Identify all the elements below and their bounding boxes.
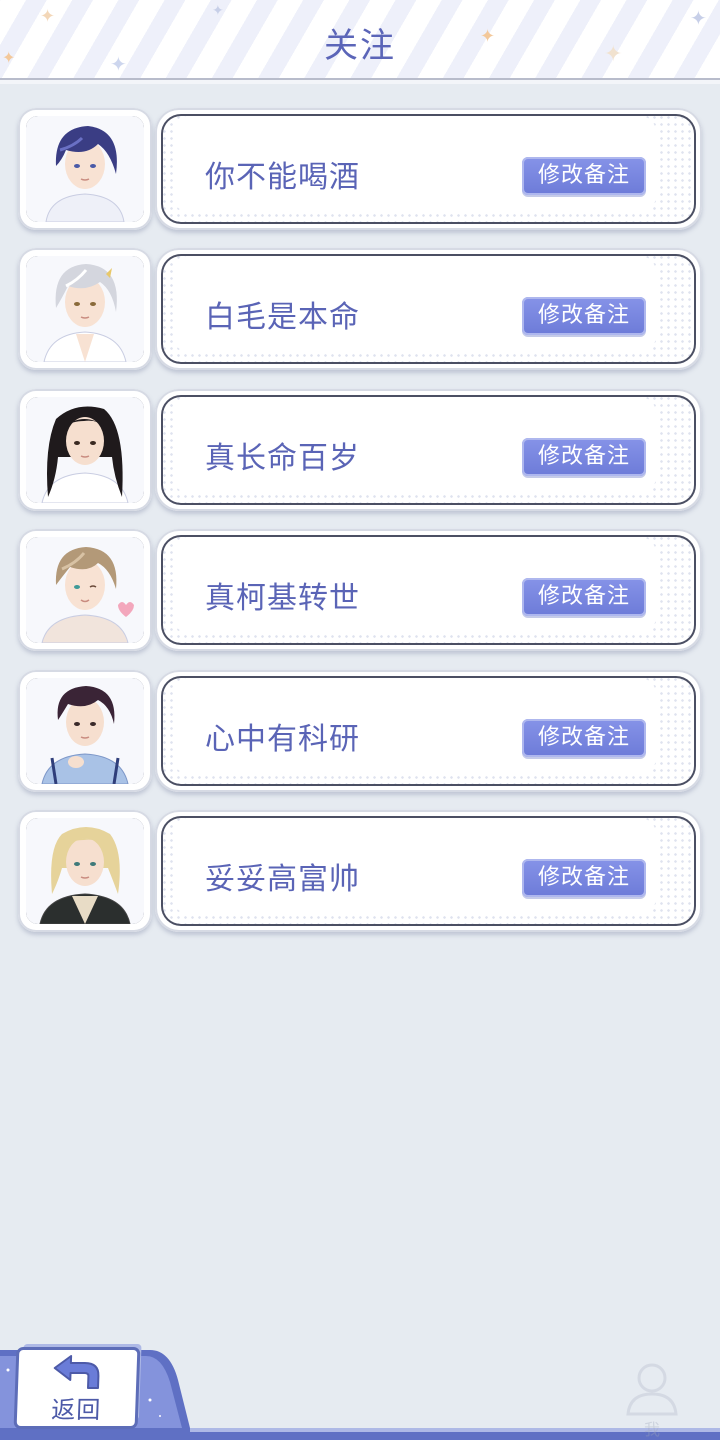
sparkle-icon: ✦	[212, 3, 224, 19]
follow-card: 你不能喝酒 修改备注	[155, 108, 702, 230]
follow-card: 妥妥高富帅 修改备注	[155, 809, 702, 932]
avatar-long-black-hair-icon	[26, 396, 144, 503]
avatar-dark-blue-hair-icon	[26, 116, 144, 222]
list-item: 真柯基转世 修改备注	[18, 529, 702, 652]
avatar[interactable]	[18, 248, 152, 371]
list-item: 真长命百岁 修改备注	[18, 388, 702, 511]
avatar-white-hair-icon	[26, 256, 144, 363]
edit-remark-button[interactable]: 修改备注	[522, 157, 646, 195]
nickname: 你不能喝酒	[205, 160, 360, 195]
avatar-dark-purple-hair-icon	[26, 677, 144, 784]
edit-remark-button[interactable]: 修改备注	[522, 297, 646, 336]
list-item: 你不能喝酒 修改备注	[18, 108, 702, 230]
follow-card: 心中有科研 修改备注	[155, 669, 702, 792]
back-arrow-icon	[53, 1355, 100, 1389]
avatar-light-brown-hair-icon	[26, 537, 144, 644]
avatar[interactable]	[18, 529, 152, 652]
top-header: ✦ ✦ ✦ ✦ ✦ ✦ ✦ 关注	[0, 0, 720, 84]
edit-remark-button[interactable]: 修改备注	[522, 437, 646, 476]
avatar[interactable]	[18, 388, 152, 511]
nickname: 真长命百岁	[205, 440, 360, 476]
list-item: 妥妥高富帅 修改备注	[18, 809, 702, 932]
edit-remark-button[interactable]: 修改备注	[522, 718, 646, 757]
list-item: 白毛是本命 修改备注	[18, 248, 702, 371]
follow-card: 真柯基转世 修改备注	[155, 529, 702, 652]
avatar[interactable]	[18, 669, 152, 792]
edit-remark-button[interactable]: 修改备注	[522, 858, 646, 897]
nickname: 白毛是本命	[205, 300, 360, 336]
user-icon	[626, 1363, 678, 1416]
back-label: 返回	[50, 1396, 102, 1424]
list-item: 心中有科研 修改备注	[18, 669, 702, 792]
back-button[interactable]: 返回	[16, 1350, 138, 1426]
avatar-blonde-hair-icon	[26, 817, 144, 924]
tab-me[interactable]: 我	[612, 1356, 692, 1439]
avatar[interactable]	[18, 809, 152, 932]
avatar[interactable]	[18, 108, 152, 230]
nickname: 妥妥高富帅	[205, 861, 360, 897]
page-title: 关注	[324, 26, 396, 66]
tab-me-label: 我	[643, 1420, 660, 1439]
edit-remark-button[interactable]: 修改备注	[522, 578, 646, 617]
follow-card: 白毛是本命 修改备注	[155, 248, 702, 371]
follow-list: 你不能喝酒 修改备注 白毛是本命 修改备注 真长命百岁 修改备注 真柯基转世 修…	[18, 108, 702, 950]
nickname: 心中有科研	[205, 721, 360, 757]
bottom-nav: 返回 我	[0, 1350, 720, 1440]
nickname: 真柯基转世	[205, 581, 360, 617]
follow-card: 真长命百岁 修改备注	[155, 388, 702, 511]
